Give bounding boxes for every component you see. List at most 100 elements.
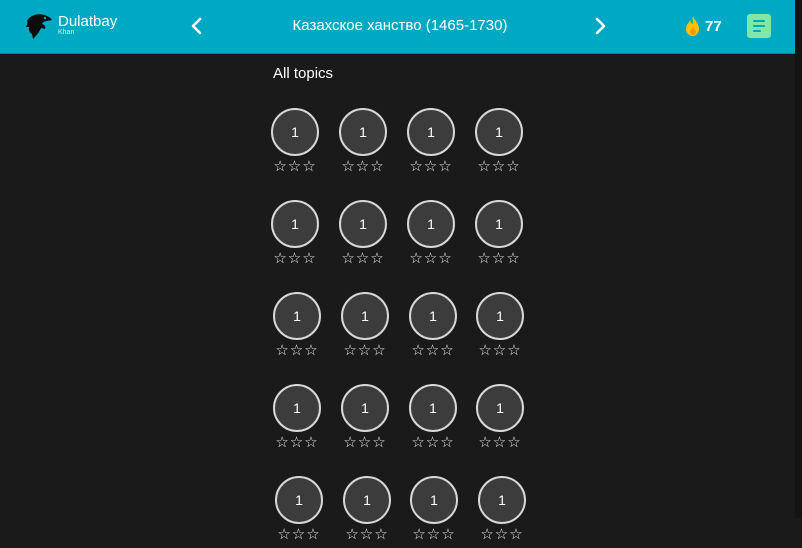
star-icon: ☆ (425, 342, 441, 359)
level-stars: ☆☆☆ (469, 158, 529, 176)
star-icon: ☆ (409, 158, 424, 175)
level-tile[interactable]: 1 ☆☆☆ (335, 292, 395, 364)
level-stars: ☆☆☆ (401, 158, 461, 176)
level-stars: ☆☆☆ (267, 434, 327, 452)
level-button[interactable]: 1 (339, 200, 387, 248)
level-button[interactable]: 1 (271, 108, 319, 156)
notes-icon[interactable] (747, 14, 771, 38)
level-tile[interactable]: 1 ☆☆☆ (267, 384, 327, 456)
level-button[interactable]: 1 (273, 292, 321, 340)
level-tile[interactable]: 1 ☆☆☆ (333, 108, 393, 180)
level-tile[interactable]: 1 ☆☆☆ (401, 108, 461, 180)
star-icon: ☆ (426, 526, 442, 543)
star-icon: ☆ (491, 158, 507, 175)
level-stars: ☆☆☆ (333, 158, 393, 176)
level-tile[interactable]: 1 ☆☆☆ (469, 108, 529, 180)
level-button[interactable]: 1 (341, 384, 389, 432)
level-stars: ☆☆☆ (470, 434, 530, 452)
level-button[interactable]: 1 (339, 108, 387, 156)
level-tile[interactable]: 1 ☆☆☆ (470, 292, 530, 364)
star-icon: ☆ (275, 434, 290, 451)
level-stars: ☆☆☆ (265, 158, 325, 176)
brand-name: Dulatbay (58, 13, 118, 30)
level-tile[interactable]: 1 ☆☆☆ (470, 384, 530, 456)
star-icon: ☆ (357, 434, 373, 451)
star-icon: ☆ (273, 250, 288, 267)
section-label: All topics (273, 65, 334, 82)
level-tile[interactable]: 1 ☆☆☆ (404, 476, 464, 548)
star-icon: ☆ (409, 250, 424, 267)
star-icon: ☆ (343, 342, 358, 359)
level-tile[interactable]: 1 ☆☆☆ (333, 200, 393, 272)
star-icon: ☆ (478, 342, 493, 359)
level-tile[interactable]: 1 ☆☆☆ (401, 200, 461, 272)
star-icon: ☆ (494, 526, 510, 543)
star-icon: ☆ (287, 250, 303, 267)
star-icon: ☆ (506, 250, 521, 267)
level-tile[interactable]: 1 ☆☆☆ (267, 292, 327, 364)
level-tile[interactable]: 1 ☆☆☆ (337, 476, 397, 548)
level-stars: ☆☆☆ (472, 526, 532, 544)
star-icon: ☆ (440, 342, 455, 359)
star-icon: ☆ (289, 342, 305, 359)
top-bar: Dulatbay Khan Казахское ханство (1465-17… (0, 0, 795, 54)
eagle-logo[interactable] (24, 12, 54, 40)
level-button[interactable]: 1 (407, 108, 455, 156)
star-icon: ☆ (345, 526, 360, 543)
level-button[interactable]: 1 (478, 476, 526, 524)
star-icon: ☆ (359, 526, 375, 543)
star-icon: ☆ (441, 526, 456, 543)
level-button[interactable]: 1 (476, 292, 524, 340)
level-tile[interactable]: 1 ☆☆☆ (403, 292, 463, 364)
level-button[interactable]: 1 (343, 476, 391, 524)
level-tile[interactable]: 1 ☆☆☆ (265, 200, 325, 272)
star-icon: ☆ (509, 526, 524, 543)
level-stars: ☆☆☆ (267, 342, 327, 360)
star-icon: ☆ (355, 250, 371, 267)
star-icon: ☆ (306, 526, 321, 543)
level-stars: ☆☆☆ (265, 250, 325, 268)
star-icon: ☆ (302, 158, 317, 175)
star-icon: ☆ (477, 250, 492, 267)
level-tile[interactable]: 1 ☆☆☆ (269, 476, 329, 548)
level-button[interactable]: 1 (409, 292, 457, 340)
star-icon: ☆ (438, 250, 453, 267)
star-icon: ☆ (425, 434, 441, 451)
star-icon: ☆ (372, 434, 387, 451)
level-button[interactable]: 1 (275, 476, 323, 524)
level-tile[interactable]: 1 ☆☆☆ (472, 476, 532, 548)
level-tile[interactable]: 1 ☆☆☆ (403, 384, 463, 456)
level-button[interactable]: 1 (475, 200, 523, 248)
star-icon: ☆ (372, 342, 387, 359)
level-button[interactable]: 1 (341, 292, 389, 340)
star-icon: ☆ (491, 250, 507, 267)
streak-counter[interactable]: 77 (684, 15, 722, 37)
level-button[interactable]: 1 (410, 476, 458, 524)
level-button[interactable]: 1 (409, 384, 457, 432)
chevron-right-icon[interactable] (588, 14, 612, 38)
chevron-left-icon[interactable] (185, 14, 209, 38)
star-icon: ☆ (370, 250, 385, 267)
level-tile[interactable]: 1 ☆☆☆ (335, 384, 395, 456)
level-button[interactable]: 1 (407, 200, 455, 248)
level-stars: ☆☆☆ (470, 342, 530, 360)
star-icon: ☆ (492, 342, 508, 359)
level-button[interactable]: 1 (475, 108, 523, 156)
star-icon: ☆ (506, 158, 521, 175)
star-icon: ☆ (507, 342, 522, 359)
level-stars: ☆☆☆ (333, 250, 393, 268)
star-icon: ☆ (412, 526, 427, 543)
star-icon: ☆ (411, 434, 426, 451)
star-icon: ☆ (273, 158, 288, 175)
level-button[interactable]: 1 (273, 384, 321, 432)
level-button[interactable]: 1 (476, 384, 524, 432)
scrollbar-track[interactable] (795, 0, 802, 518)
star-icon: ☆ (289, 434, 305, 451)
level-button[interactable]: 1 (271, 200, 319, 248)
level-stars: ☆☆☆ (401, 250, 461, 268)
streak-count: 77 (705, 17, 722, 35)
level-stars: ☆☆☆ (337, 526, 397, 544)
level-tile[interactable]: 1 ☆☆☆ (469, 200, 529, 272)
level-stars: ☆☆☆ (404, 526, 464, 544)
level-tile[interactable]: 1 ☆☆☆ (265, 108, 325, 180)
